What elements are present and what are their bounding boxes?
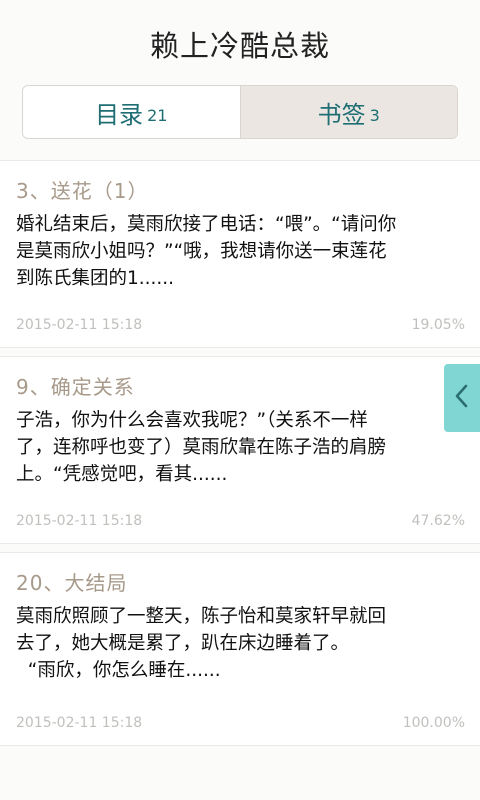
bookmark-chapter-title: 20、大结局 (16, 571, 128, 595)
tab-bookmarks-count: 3 (369, 105, 380, 125)
bookmark-progress: 19.05% (411, 317, 465, 333)
tab-bookmarks-label: 书签 (317, 100, 366, 129)
bookmark-date: 2015-02-11 15:18 (16, 513, 143, 529)
bookmark-chapter-title: 3、送花（1） (16, 179, 149, 203)
bookmark-excerpt: 子浩，你为什么会喜欢我呢？”（关系不一样 了，连称呼也变了）莫雨欣靠在陈子浩的肩… (16, 410, 387, 485)
bookmark-chapter-title: 9、确定关系 (16, 375, 135, 399)
tab-bookmarks[interactable]: 书签 3 (239, 86, 457, 138)
bookmark-list: 3、送花（1） 婚礼结束后，莫雨欣接了电话：“喂”。“请问你 是莫雨欣小姐吗？”… (0, 160, 480, 754)
bookmark-progress: 47.62% (411, 513, 465, 529)
tab-contents-label: 目录 (95, 100, 144, 129)
bookmark-date: 2015-02-11 15:18 (16, 715, 143, 731)
app-header: 赖上冷酷总裁 (0, 0, 480, 88)
bookmark-date: 2015-02-11 15:18 (16, 317, 143, 333)
tab-bar: 目录 21 书签 3 (22, 85, 458, 139)
bookmark-excerpt: 婚礼结束后，莫雨欣接了电话：“喂”。“请问你 是莫雨欣小姐吗？”“哦，我想请你送… (16, 214, 397, 289)
bookmark-item[interactable]: 20、大结局 莫雨欣照顾了一整天，陈子怡和莫家轩早就回 去了，她大概是累了，趴在… (0, 552, 480, 746)
bookmark-progress: 100.00% (402, 715, 465, 731)
book-title: 赖上冷酷总裁 (149, 29, 330, 63)
chevron-left-icon (454, 383, 470, 413)
bookmark-excerpt: 莫雨欣照顾了一整天，陈子怡和莫家轩早就回 去了，她大概是累了，趴在床边睡着了。 … (16, 606, 387, 681)
bookmark-item[interactable]: 9、确定关系 子浩，你为什么会喜欢我呢？”（关系不一样 了，连称呼也变了）莫雨欣… (0, 356, 480, 544)
side-drawer-handle[interactable] (444, 364, 480, 432)
tab-contents[interactable]: 目录 21 (23, 86, 240, 138)
bookmark-item[interactable]: 3、送花（1） 婚礼结束后，莫雨欣接了电话：“喂”。“请问你 是莫雨欣小姐吗？”… (0, 160, 480, 348)
tab-contents-count: 21 (147, 105, 168, 125)
